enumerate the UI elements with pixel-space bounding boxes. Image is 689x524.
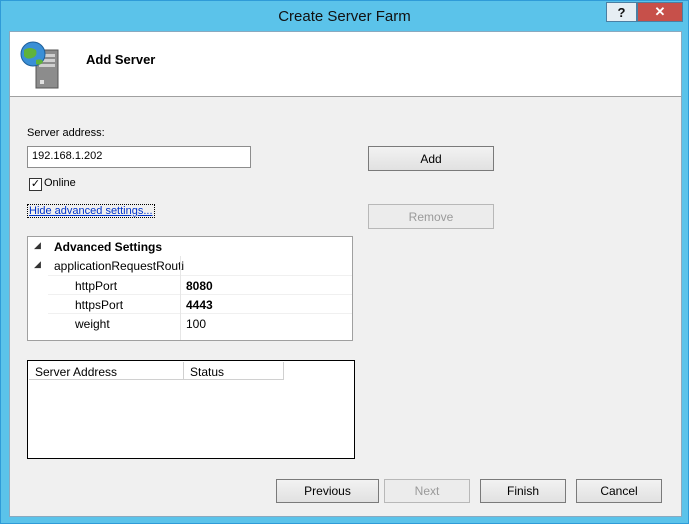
- arr-group-row[interactable]: ◢ applicationRequestRouti: [28, 256, 352, 275]
- add-button[interactable]: Add: [368, 146, 494, 171]
- cancel-button[interactable]: Cancel: [576, 479, 662, 503]
- hide-advanced-settings-link[interactable]: Hide advanced settings...: [27, 204, 155, 218]
- page-title: Add Server: [86, 52, 156, 67]
- window-title: Create Server Farm: [278, 8, 411, 25]
- server-address-input[interactable]: 192.168.1.202: [27, 146, 251, 168]
- server-address-label: Server address:: [27, 127, 105, 139]
- property-row-httpport[interactable]: httpPort 8080: [48, 275, 352, 295]
- arr-group-label: applicationRequestRouti: [54, 259, 185, 273]
- server-globe-icon: [20, 41, 59, 89]
- property-value[interactable]: 8080: [186, 279, 213, 293]
- collapse-triangle-icon[interactable]: ◢: [34, 240, 41, 251]
- advanced-settings-header: Advanced Settings: [54, 240, 163, 254]
- remove-button[interactable]: Remove: [368, 204, 494, 229]
- property-name: weight: [75, 317, 110, 331]
- close-button[interactable]: ✕: [637, 2, 683, 22]
- advanced-settings-category[interactable]: ◢ Advanced Settings: [28, 237, 352, 256]
- previous-button[interactable]: Previous: [276, 479, 379, 503]
- property-value[interactable]: 100: [186, 317, 206, 331]
- property-row-weight[interactable]: weight 100: [48, 313, 352, 333]
- help-button[interactable]: ?: [606, 2, 637, 22]
- collapse-triangle-icon[interactable]: ◢: [34, 259, 41, 270]
- property-row-httpsport[interactable]: httpsPort 4443: [48, 294, 352, 314]
- advanced-settings-grid: ◢ Advanced Settings ◢ applicationRequest…: [27, 236, 353, 341]
- property-name: httpsPort: [75, 298, 124, 312]
- next-button[interactable]: Next: [384, 479, 470, 503]
- property-value[interactable]: 4443: [186, 298, 213, 312]
- page-header: Add Server: [10, 32, 681, 97]
- online-checkbox[interactable]: ✓: [29, 178, 42, 191]
- online-label: Online: [44, 177, 76, 189]
- column-header-status[interactable]: Status: [184, 362, 284, 380]
- finish-button[interactable]: Finish: [480, 479, 566, 503]
- grid-divider: [180, 256, 181, 340]
- column-header-server-address[interactable]: Server Address: [29, 362, 184, 380]
- server-list[interactable]: Server Address Status: [27, 360, 355, 459]
- dialog-body: Add Server Server address: 192.168.1.202…: [9, 31, 682, 517]
- property-name: httpPort: [75, 279, 118, 293]
- create-server-farm-window: Create Server Farm ? ✕ Add Server Server…: [0, 0, 689, 524]
- title-bar[interactable]: Create Server Farm ? ✕: [1, 1, 688, 31]
